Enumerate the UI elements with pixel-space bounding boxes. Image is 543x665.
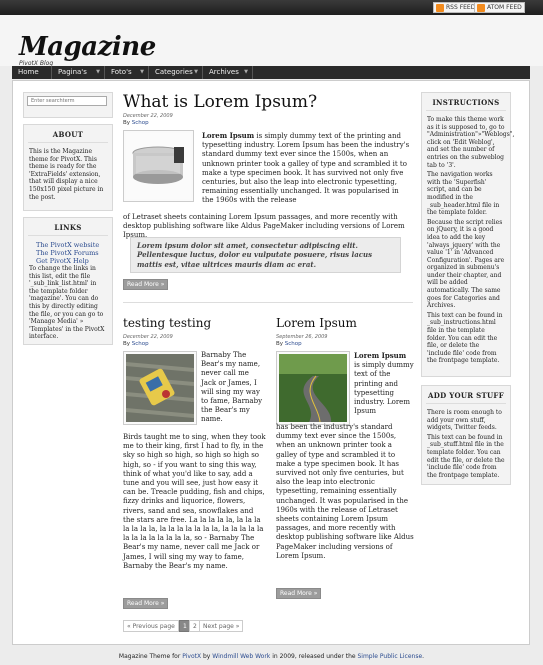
nav-paginas[interactable]: Pagina's ▼ [52,66,105,79]
instructions-box: INSTRUCTIONS To make this theme work as … [421,92,514,377]
post2-title[interactable]: Lorem Ipsum [276,316,357,330]
links-title: LINKS [28,223,108,236]
add-stuff-box: ADD YOUR STUFF There is room enough to a… [421,385,511,485]
links-text: To change the links in this list, edit t… [29,265,105,341]
chevron-down-icon: ▼ [194,69,198,75]
links-box: LINKS The PivotX website The PivotX Foru… [23,217,113,345]
search-input[interactable] [27,96,107,106]
post1-text-top: Barnaby The Bear's my name, never call m… [201,351,263,424]
chevron-down-icon: ▼ [140,69,144,75]
post2-image [276,351,350,425]
footer: Magazine Theme for PivotX by Windmill We… [118,653,425,660]
rss-feed-link[interactable]: RSS FEED [433,2,479,13]
add-stuff-title: ADD YOUR STUFF [426,391,506,404]
nav-fotos[interactable]: Foto's ▼ [105,66,149,79]
chevron-down-icon: ▼ [244,69,248,75]
post1-author: By Schop [123,341,149,347]
post2-text-top: Lorem Ipsum is simply dummy text of the … [354,351,414,416]
link-pivotx-forums[interactable]: The PivotX Forums [36,249,112,257]
footer-license-link[interactable]: Simple Public License [357,653,422,660]
post2-date: September 26, 2009 [276,334,328,340]
bracelet-photo [126,133,191,199]
next-page-link[interactable]: Next page » [199,620,244,632]
post1-photo [125,354,195,422]
about-title: ABOUT [28,130,108,143]
post1-read-more-button[interactable]: Read More » [123,598,169,609]
rss-icon [436,4,444,12]
featured-post-author: By Schop [123,120,149,126]
nav-categories[interactable]: Categories ▼ [149,66,203,79]
link-pivotx-help[interactable]: Get PivotX Help [36,257,112,265]
featured-post-title[interactable]: What is Lorem Ipsum? [123,92,317,112]
post1-text-bottom: Birds taught me to sing, when they took … [123,433,266,570]
site-header: Magazine PivotX Blog [0,15,543,67]
footer-author-link[interactable]: Windmill Web Work [212,653,270,660]
post2-photo [279,354,347,423]
top-bar: RSS FEED ATOM FEED [0,0,543,15]
main-nav: Home Pagina's ▼ Foto's ▼ Categories ▼ Archi… [12,66,530,79]
featured-post-text-top: Lorem Ipsum is simply dummy text of the … [202,131,410,205]
post1-title[interactable]: testing testing [123,316,211,330]
divider [123,302,413,303]
featured-post-quote: Lorem ipsum dolor sit amet, consectetur … [130,237,401,273]
footer-pivotx-link[interactable]: PivotX [182,653,201,660]
atom-icon [477,4,485,12]
post2-text-bottom: has been the industry's standard dummy t… [276,423,414,560]
instructions-title: INSTRUCTIONS [426,98,506,111]
post1-image [123,351,197,425]
chevron-down-icon: ▼ [96,69,100,75]
about-text: This is the Magazine theme for PivotX. T… [29,148,104,201]
link-pivotx-website[interactable]: The PivotX website [36,241,112,249]
post1-date: December 22, 2009 [123,334,173,340]
post2-read-more-button[interactable]: Read More » [276,588,322,599]
atom-feed-link[interactable]: ATOM FEED [474,2,525,13]
site-title[interactable]: Magazine [19,32,156,62]
featured-read-more-button[interactable]: Read More » [123,279,169,290]
featured-post-image [123,130,194,202]
about-box: ABOUT This is the Magazine theme for Piv… [23,124,113,211]
featured-post-date: December 22, 2009 [123,113,173,119]
previous-page-link[interactable]: « Previous page [123,620,179,632]
nav-home[interactable]: Home [12,66,52,79]
nav-archives[interactable]: Archives ▼ [203,66,253,79]
post2-author: By Schop [276,341,302,347]
